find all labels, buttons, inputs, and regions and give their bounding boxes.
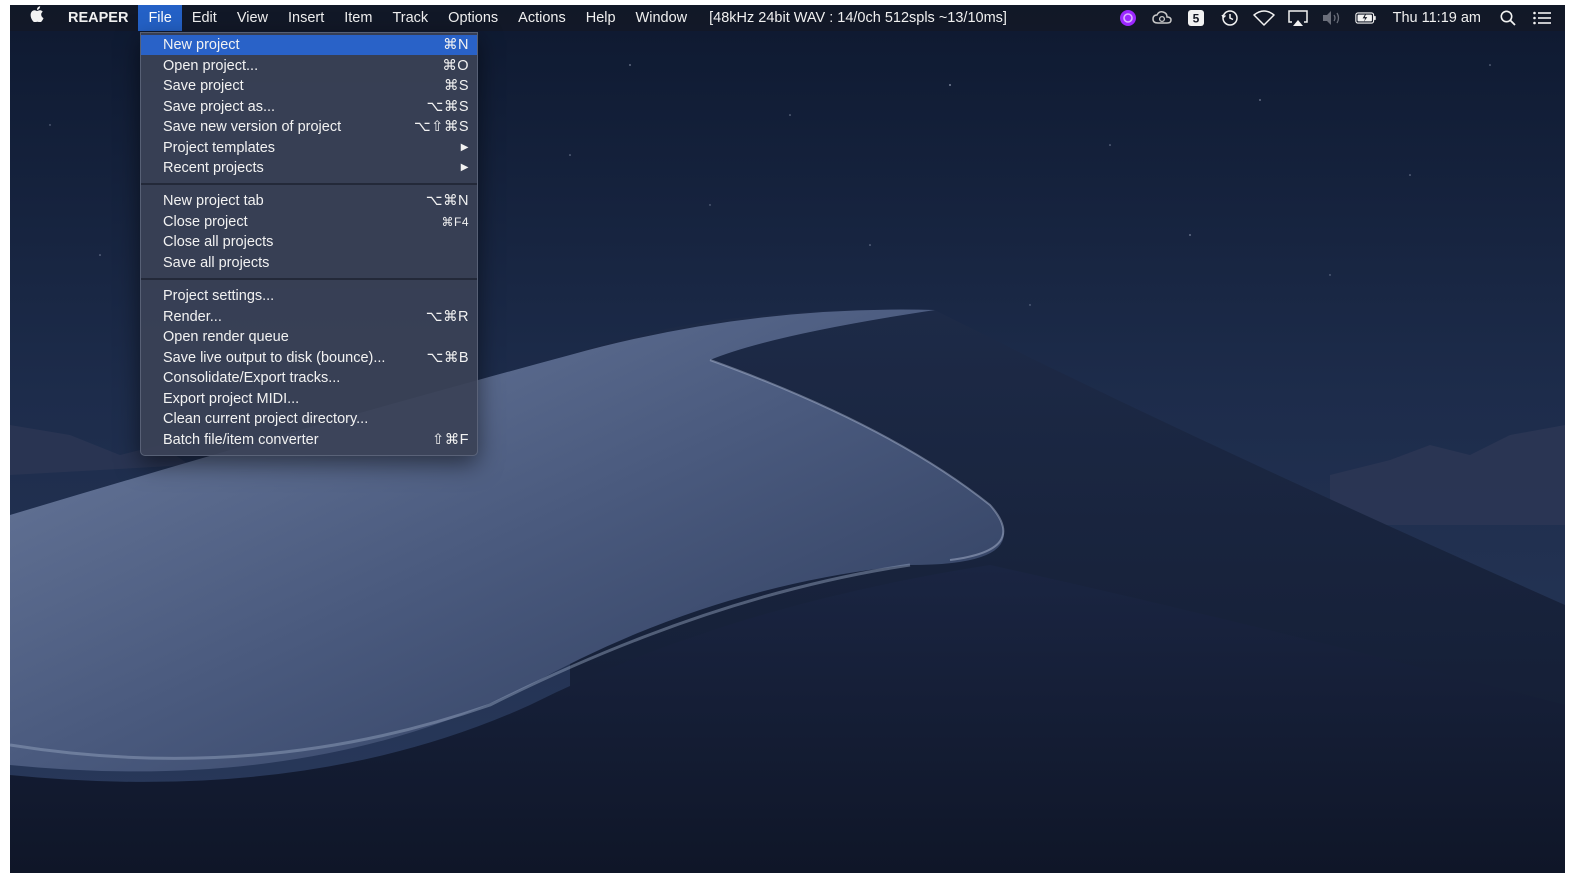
- menu-item-new-project[interactable]: New project ⌘N: [141, 35, 477, 55]
- menu-item-label: Render...: [163, 308, 222, 325]
- app-name-menu[interactable]: REAPER: [58, 5, 138, 31]
- menu-item-recent-projects[interactable]: Recent projects ▶: [141, 158, 477, 178]
- shortcut-label: ⌘O: [442, 57, 469, 74]
- menu-item-label: Save project: [163, 78, 244, 94]
- menu-item-label: Batch file/item converter: [163, 431, 319, 448]
- menu-item-label: Save new version of project: [163, 119, 342, 135]
- menu-item-save-project[interactable]: Save project ⌘S: [141, 76, 477, 96]
- menu-item-label: Save all projects: [163, 254, 270, 271]
- menu-view[interactable]: View: [227, 5, 278, 31]
- menu-edit[interactable]: Edit: [182, 5, 227, 31]
- menu-item-save-all-projects[interactable]: Save all projects: [141, 253, 477, 273]
- menu-item[interactable]: Item: [334, 5, 382, 31]
- submenu-arrow-icon: ▶: [460, 141, 469, 153]
- menu-item-label: Project settings...: [163, 288, 275, 304]
- svg-text:5: 5: [1192, 12, 1199, 26]
- menu-item-clean-project-directory[interactable]: Clean current project directory...: [141, 409, 477, 429]
- menu-item-project-templates[interactable]: Project templates ▶: [141, 138, 477, 158]
- menu-item-render[interactable]: Render... ⌥⌘R: [141, 307, 477, 327]
- menu-actions[interactable]: Actions: [508, 5, 576, 31]
- shortcut-label: ⇧⌘F: [431, 431, 469, 448]
- audio-status-text[interactable]: [48kHz 24bit WAV : 14/0ch 512spls ~13/10…: [697, 5, 1019, 31]
- menu-item-close-project[interactable]: Close project ⌘F4: [141, 212, 477, 232]
- shortcut-label: ⌥⌘S: [426, 98, 469, 115]
- time-machine-icon[interactable]: [1219, 5, 1241, 31]
- menu-item-save-project-as[interactable]: Save project as... ⌥⌘S: [141, 97, 477, 117]
- notion-icon[interactable]: 5: [1185, 5, 1207, 31]
- creative-cloud-icon[interactable]: [1151, 5, 1173, 31]
- volume-icon[interactable]: [1321, 5, 1343, 31]
- submenu-arrow-icon: ▶: [460, 162, 469, 173]
- menu-bar: REAPER File Edit View Insert Item Track …: [10, 5, 1565, 31]
- menu-track[interactable]: Track: [382, 5, 438, 31]
- menu-item-label: New project: [163, 37, 240, 53]
- shortcut-label: ⌥⌘R: [425, 308, 469, 325]
- apple-logo-icon[interactable]: [10, 5, 58, 31]
- notification-center-icon[interactable]: [1531, 5, 1553, 31]
- menu-item-label: Project templates: [163, 139, 276, 156]
- menu-separator: [141, 278, 477, 280]
- shortcut-label: ⌘S: [443, 78, 469, 94]
- menu-item-consolidate-export[interactable]: Consolidate/Export tracks...: [141, 368, 477, 388]
- menu-item-project-settings[interactable]: Project settings...: [141, 286, 477, 306]
- menu-item-label: Open project...: [163, 57, 259, 74]
- shortcut-label: ⌥⌘N: [425, 193, 469, 209]
- menu-file[interactable]: File: [138, 5, 182, 31]
- menu-item-new-project-tab[interactable]: New project tab ⌥⌘N: [141, 191, 477, 211]
- menu-item-export-midi[interactable]: Export project MIDI...: [141, 389, 477, 409]
- menu-item-open-project[interactable]: Open project... ⌘O: [141, 56, 477, 76]
- menu-options[interactable]: Options: [438, 5, 508, 31]
- spotlight-search-icon[interactable]: [1497, 5, 1519, 31]
- shortcut-label: ⌥⌘B: [426, 349, 469, 366]
- menu-item-label: Close project: [163, 213, 248, 230]
- menu-insert[interactable]: Insert: [278, 5, 334, 31]
- airplay-icon[interactable]: [1287, 5, 1309, 31]
- menu-help[interactable]: Help: [576, 5, 626, 31]
- menu-item-open-render-queue[interactable]: Open render queue: [141, 327, 477, 347]
- menu-item-label: Save project as...: [163, 98, 276, 115]
- menu-item-close-all-projects[interactable]: Close all projects: [141, 232, 477, 252]
- menu-item-save-live-output[interactable]: Save live output to disk (bounce)... ⌥⌘B: [141, 348, 477, 368]
- menu-item-label: Recent projects: [163, 160, 264, 176]
- menu-item-label: New project tab: [163, 193, 264, 209]
- battery-icon[interactable]: [1354, 5, 1377, 31]
- shortcut-label: ⌘N: [443, 37, 469, 53]
- shortcut-label: ⌥⇧⌘S: [413, 119, 469, 135]
- menu-window[interactable]: Window: [626, 5, 698, 31]
- menu-item-label: Open render queue: [163, 329, 289, 345]
- purple-app-icon[interactable]: [1117, 5, 1139, 31]
- menu-item-save-new-version[interactable]: Save new version of project ⌥⇧⌘S: [141, 117, 477, 137]
- clock[interactable]: Thu 11:19 am: [1383, 5, 1491, 31]
- menu-item-label: Save live output to disk (bounce)...: [163, 349, 386, 366]
- shortcut-label: ⌘F4: [441, 214, 469, 229]
- wifi-icon[interactable]: [1252, 5, 1275, 31]
- file-menu-dropdown: New project ⌘N Open project... ⌘O Save p…: [140, 32, 478, 456]
- menu-item-label: Close all projects: [163, 234, 274, 250]
- desktop: REAPER File Edit View Insert Item Track …: [10, 5, 1565, 873]
- menu-item-label: Consolidate/Export tracks...: [163, 370, 341, 386]
- menu-item-label: Clean current project directory...: [163, 411, 369, 427]
- menu-item-batch-converter[interactable]: Batch file/item converter ⇧⌘F: [141, 430, 477, 450]
- status-area: 5 Thu 11:19 am: [1111, 5, 1565, 31]
- menu-separator: [141, 183, 477, 185]
- menu-item-label: Export project MIDI...: [163, 390, 300, 407]
